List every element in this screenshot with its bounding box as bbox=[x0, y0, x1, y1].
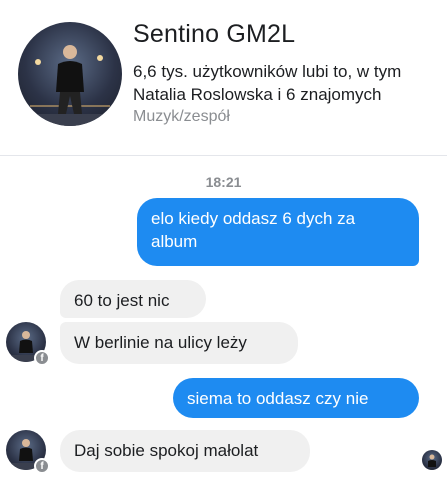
message-bubble-incoming[interactable]: Daj sobie spokoj małolat bbox=[60, 430, 310, 472]
message-bubble-outgoing[interactable]: elo kiedy oddasz 6 dych za album bbox=[137, 198, 419, 266]
message-bubble-incoming[interactable]: 60 to jest nic bbox=[60, 280, 206, 318]
message-bubble-outgoing[interactable]: siema to oddasz czy nie bbox=[173, 378, 419, 418]
header-divider bbox=[0, 155, 447, 156]
page-info-header: Sentino GM2L 6,6 tys. użytkowników lubi … bbox=[0, 0, 447, 155]
messenger-badge-icon: f bbox=[34, 350, 50, 366]
seen-avatar-icon bbox=[422, 450, 442, 470]
page-likes-summary: 6,6 tys. użytkowników lubi to, w tym Nat… bbox=[133, 62, 402, 104]
profile-photo-icon[interactable] bbox=[18, 22, 122, 126]
messenger-badge-icon: f bbox=[34, 458, 50, 474]
page-title[interactable]: Sentino GM2L bbox=[133, 20, 295, 49]
messenger-conversation: Sentino GM2L 6,6 tys. użytkowników lubi … bbox=[0, 0, 447, 490]
message-bubble-incoming[interactable]: W berlinie na ulicy leży bbox=[60, 322, 298, 364]
message-timestamp: 18:21 bbox=[205, 174, 242, 190]
page-category: Muzyk/zespół bbox=[133, 108, 230, 125]
